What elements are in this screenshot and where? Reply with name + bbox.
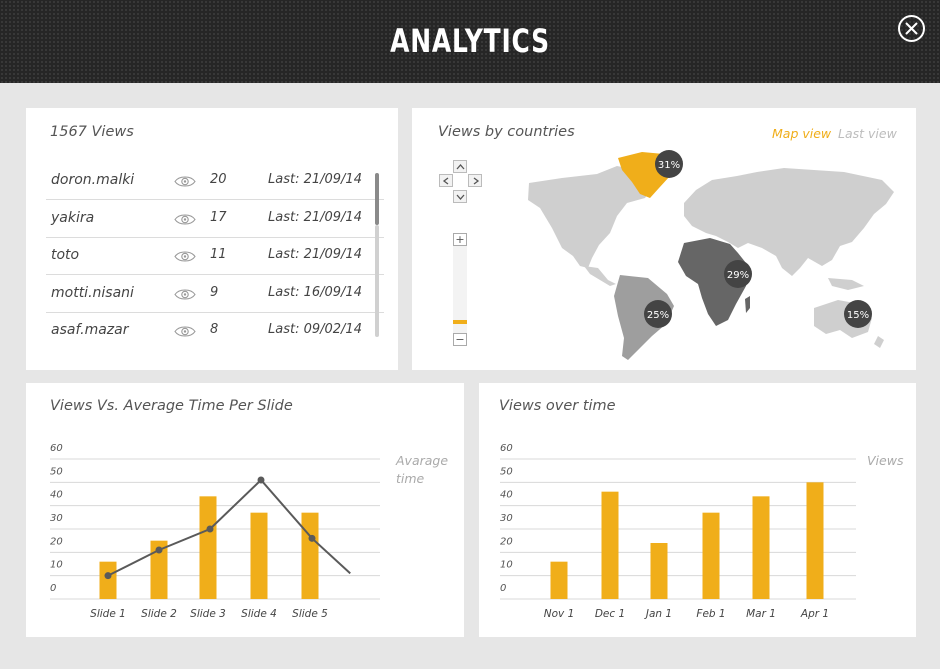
map-new-zealand[interactable] [874, 336, 884, 348]
views-over-time-bar[interactable] [752, 496, 770, 599]
views-vs-time-chart: 0 10 20 30 40 50 60 Slide 1 Slide 2 Slide 3 Slide … [50, 443, 448, 620]
badge-south-america[interactable]: 25% [644, 300, 672, 328]
views-bar[interactable] [199, 496, 217, 599]
map-card: Views by countries Map view Last view + … [412, 108, 916, 370]
view-row[interactable]: doron.malki 20 Last: 21/09/14 [46, 163, 384, 200]
avg-time-point[interactable] [308, 534, 316, 542]
view-count: 9 [210, 284, 219, 300]
y-tick-label: 50 [50, 466, 63, 477]
x-tick-label: Slide 1 [90, 608, 126, 620]
badge-australia[interactable]: 15% [844, 300, 872, 328]
svg-text:31%: 31% [658, 160, 680, 171]
views-over-time-bar[interactable] [806, 482, 824, 599]
x-tick-label: Apr 1 [800, 608, 829, 620]
last-viewed: Last: 21/09/14 [268, 209, 362, 225]
viewer-name: yakira [51, 209, 95, 226]
views-total-title: 1567 Views [50, 124, 134, 140]
x-tick-label: Jan 1 [644, 608, 672, 620]
eye-icon [174, 286, 196, 305]
view-count: 8 [210, 322, 219, 337]
views-over-time-bar[interactable] [650, 543, 668, 599]
views-bar[interactable] [99, 561, 117, 599]
x-tick-label: Feb 1 [696, 608, 725, 620]
view-row[interactable]: motti.nisani 9 Last: 16/09/14 [46, 276, 384, 313]
close-icon [905, 22, 918, 35]
scrollbar-track[interactable] [375, 225, 379, 337]
svg-text:29%: 29% [727, 270, 749, 281]
viewer-name: doron.malki [51, 172, 135, 188]
y-tick-label: 10 [500, 560, 513, 571]
view-row[interactable]: toto 11 Last: 21/09/14 [46, 238, 384, 275]
svg-text:15%: 15% [847, 310, 869, 321]
avg-time-point[interactable] [104, 572, 112, 580]
x-tick-label: Slide 3 [190, 608, 226, 620]
y-tick-label: 20 [500, 536, 513, 547]
last-viewed: Last: 21/09/14 [268, 247, 362, 262]
y-tick-label: 40 [500, 490, 513, 501]
x-tick-label: Slide 2 [141, 608, 177, 620]
x-tick-label: Slide 4 [241, 608, 277, 620]
avg-time-point[interactable] [155, 546, 163, 554]
y-tick-label: 30 [50, 513, 63, 524]
y-tick-label: 60 [50, 443, 63, 454]
header-bar: ANALYTICS [0, 0, 940, 83]
viewer-name: toto [51, 247, 80, 263]
views-over-time-chart: 0 10 20 30 40 50 60 Nov 1 Dec 1 Jan 1 Feb 1 Mar 1 Ap… [500, 443, 904, 620]
y-tick-label: 30 [500, 513, 513, 524]
views-over-time-chart-card: Views over time 0 10 20 30 40 50 60 Nov 1 Dec 1J… [479, 383, 916, 637]
views-over-time-bar[interactable] [601, 491, 619, 599]
page-title: ANALYTICS [390, 22, 550, 60]
views-over-time-bar[interactable] [550, 561, 568, 599]
y-tick-label: 60 [500, 443, 513, 454]
legend-label: Views [867, 453, 904, 468]
x-tick-label: Slide 5 [292, 608, 328, 620]
avg-time-point[interactable] [257, 476, 265, 484]
viewer-name: motti.nisani [51, 284, 134, 301]
view-row[interactable]: asaf.mazar 8 Last: 09/02/14 [46, 313, 384, 350]
last-viewed: Last: 21/09/14 [268, 172, 362, 187]
views-over-time-bar[interactable] [702, 512, 720, 599]
view-count: 17 [210, 209, 227, 225]
eye-icon [174, 248, 196, 267]
x-tick-label: Mar 1 [746, 608, 776, 620]
views-bar[interactable] [301, 512, 319, 599]
views-bar[interactable] [250, 512, 268, 599]
view-count: 20 [210, 172, 227, 187]
map-central-america[interactable] [584, 266, 616, 286]
avg-time-point[interactable] [206, 525, 214, 533]
y-tick-label: 10 [50, 560, 63, 571]
y-tick-label: 50 [500, 466, 513, 477]
badge-africa[interactable]: 29% [724, 260, 752, 288]
viewer-name: asaf.mazar [51, 322, 129, 338]
close-button[interactable] [898, 15, 925, 42]
badge-greenland[interactable]: 31% [655, 150, 683, 178]
y-tick-label: 0 [50, 583, 56, 594]
y-tick-label: 0 [500, 583, 506, 594]
eye-icon [174, 323, 196, 342]
last-viewed: Last: 09/02/14 [268, 322, 362, 337]
view-row[interactable]: yakira 17 Last: 21/09/14 [46, 201, 384, 238]
svg-text:25%: 25% [647, 310, 669, 321]
scrollbar-thumb[interactable] [375, 173, 379, 225]
map-indonesia[interactable] [828, 278, 864, 290]
map-madagascar[interactable] [745, 296, 750, 313]
views-list-card: 1567 Views doron.malki 20 Last: 21/09/14 ya… [26, 108, 398, 370]
eye-icon [174, 211, 196, 230]
eye-icon [174, 173, 196, 192]
y-tick-label: 20 [50, 536, 63, 547]
legend-label: Avarage [395, 453, 448, 468]
x-tick-label: Nov 1 [544, 608, 575, 620]
y-tick-label: 40 [50, 490, 63, 501]
legend-label: time [396, 471, 425, 486]
views-vs-time-chart-card: Views Vs. Average Time Per Slide 0 10 20 30… [26, 383, 464, 637]
x-tick-label: Dec 1 [595, 608, 625, 620]
world-map: 31% 29% 25% 15% [528, 150, 894, 360]
view-count: 11 [210, 247, 227, 262]
last-viewed: Last: 16/09/14 [268, 284, 362, 300]
